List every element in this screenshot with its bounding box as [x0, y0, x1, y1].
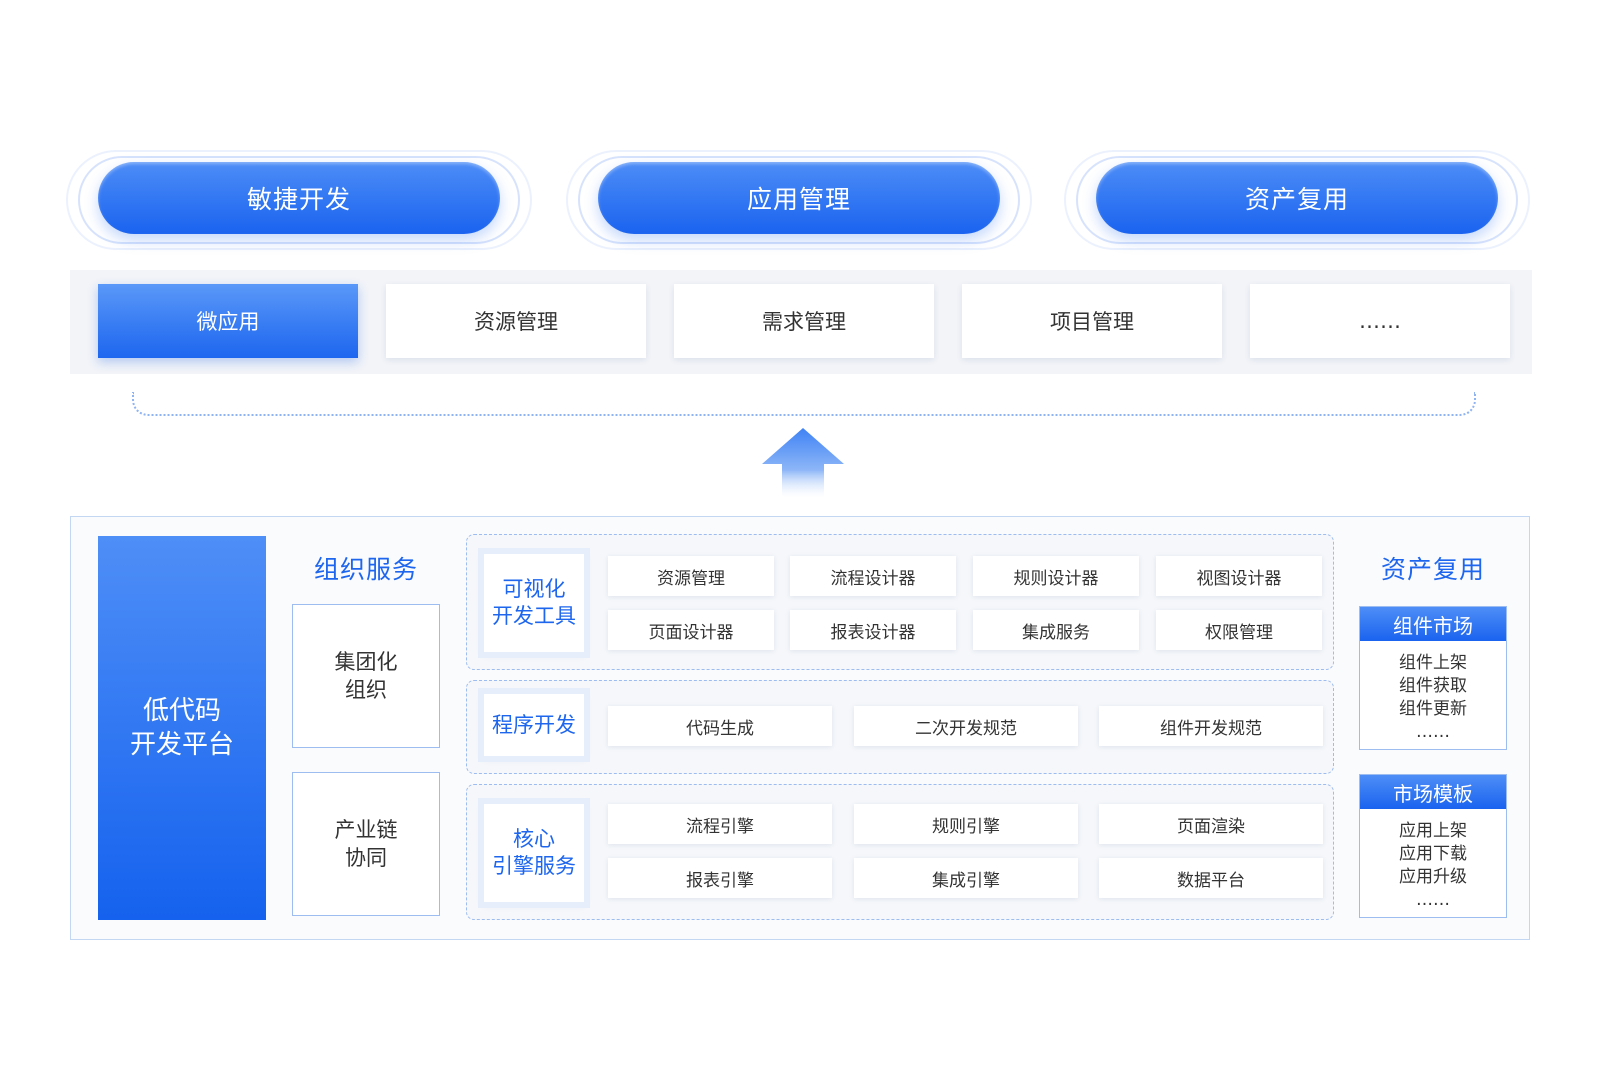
- component-market-item: 组件获取: [1399, 676, 1467, 696]
- tab-resource-management[interactable]: 资源管理: [386, 284, 646, 358]
- visual-label-line1: 可视化: [502, 577, 566, 601]
- market-template-item: 应用上架: [1399, 821, 1467, 841]
- chip-code-generation[interactable]: 代码生成: [608, 706, 832, 746]
- up-arrow-icon: [762, 428, 844, 498]
- chip-page-rendering[interactable]: 页面渲染: [1099, 804, 1323, 844]
- org-services-title: 组织服务: [313, 555, 418, 584]
- chip-flow-designer[interactable]: 流程设计器: [790, 556, 956, 596]
- pill-agile-dev-label: 敏捷开发: [98, 162, 500, 234]
- dotted-bracket: [132, 392, 1476, 416]
- chip-resource-management[interactable]: 资源管理: [608, 556, 774, 596]
- component-market-item: 组件更新: [1399, 699, 1467, 719]
- component-market-card: 组件市场 组件上架 组件获取 组件更新 ……: [1359, 606, 1507, 750]
- asset-reuse-title: 资产复用: [1380, 555, 1485, 584]
- org-box-group-line1: 集团化: [334, 650, 398, 674]
- market-template-card: 市场模板 应用上架 应用下载 应用升级 ……: [1359, 774, 1507, 918]
- chip-permission-management[interactable]: 权限管理: [1156, 610, 1322, 650]
- chip-view-designer[interactable]: 视图设计器: [1156, 556, 1322, 596]
- application-row: 微应用 资源管理 需求管理 项目管理 ……: [70, 270, 1532, 374]
- org-box-group: 集团化 组织: [292, 604, 440, 748]
- tab-more[interactable]: ……: [1250, 284, 1510, 358]
- lowcode-platform-block: 低代码 开发平台: [98, 536, 266, 920]
- market-template-item: ……: [1416, 890, 1450, 910]
- tab-micro-app[interactable]: 微应用: [98, 284, 358, 358]
- org-box-chain: 产业链 协同: [292, 772, 440, 916]
- lowcode-line1: 低代码: [142, 696, 221, 726]
- tab-requirement-management[interactable]: 需求管理: [674, 284, 934, 358]
- chip-secondary-dev-spec[interactable]: 二次开发规范: [854, 706, 1078, 746]
- org-box-chain-line1: 产业链: [334, 818, 398, 842]
- chip-flow-engine[interactable]: 流程引擎: [608, 804, 832, 844]
- lowcode-line2: 开发平台: [129, 730, 234, 760]
- tab-project-management[interactable]: 项目管理: [962, 284, 1222, 358]
- group-core-engine-label: 核心 引擎服务: [484, 804, 584, 902]
- chip-rule-designer[interactable]: 规则设计器: [973, 556, 1139, 596]
- chip-component-dev-spec[interactable]: 组件开发规范: [1099, 706, 1323, 746]
- component-market-item: ……: [1416, 722, 1450, 742]
- chip-page-designer[interactable]: 页面设计器: [608, 610, 774, 650]
- chip-integration-engine[interactable]: 集成引擎: [854, 858, 1078, 898]
- market-template-item: 应用升级: [1399, 867, 1467, 887]
- visual-label-line2: 开发工具: [492, 604, 576, 628]
- group-visual-tools-label: 可视化 开发工具: [484, 554, 584, 652]
- pill-asset-reuse: 资产复用: [1062, 150, 1532, 250]
- engine-label-line2: 引擎服务: [492, 854, 576, 878]
- org-box-chain-line2: 协同: [345, 846, 387, 870]
- component-market-title: 组件市场: [1360, 607, 1506, 641]
- pill-app-management: 应用管理: [564, 150, 1034, 250]
- market-template-title: 市场模板: [1360, 775, 1506, 809]
- chip-rule-engine[interactable]: 规则引擎: [854, 804, 1078, 844]
- chip-report-designer[interactable]: 报表设计器: [790, 610, 956, 650]
- pill-asset-reuse-label: 资产复用: [1096, 162, 1498, 234]
- component-market-item: 组件上架: [1399, 653, 1467, 673]
- program-label-line1: 程序开发: [492, 712, 576, 737]
- chip-integration-service[interactable]: 集成服务: [973, 610, 1139, 650]
- org-box-group-line2: 组织: [345, 678, 387, 702]
- group-program-dev-label: 程序开发: [484, 694, 584, 756]
- pill-app-management-label: 应用管理: [598, 162, 1000, 234]
- engine-label-line1: 核心: [513, 827, 555, 851]
- chip-data-platform[interactable]: 数据平台: [1099, 858, 1323, 898]
- pill-agile-dev: 敏捷开发: [64, 150, 534, 250]
- market-template-item: 应用下载: [1399, 844, 1467, 864]
- chip-report-engine[interactable]: 报表引擎: [608, 858, 832, 898]
